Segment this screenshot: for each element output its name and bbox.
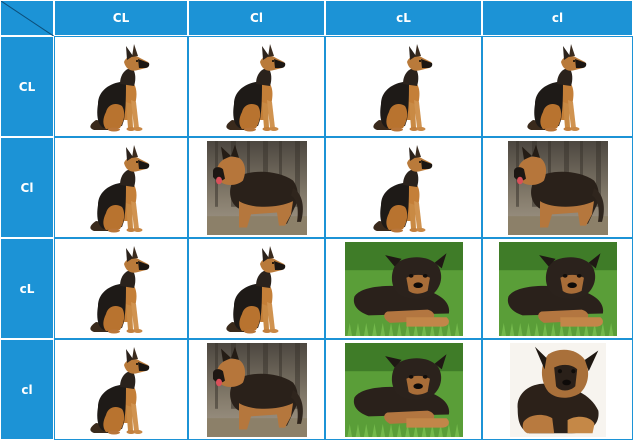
sitting-shepherd-icon [90, 144, 150, 232]
punnett-cell-r2-c3 [325, 137, 482, 238]
shepherd-puppy-on-grass-photo [344, 342, 463, 437]
column-header-3: cL [325, 0, 482, 36]
column-header-2: Cl [188, 0, 325, 36]
punnett-cell-r3-c2 [188, 238, 325, 339]
corner-cell [0, 0, 55, 37]
punnett-cell-r2-c4 [482, 137, 633, 238]
row-header-4: cl [0, 339, 54, 440]
fluffy-shepherd-puppy-photo [509, 342, 606, 437]
shepherd-puppy-on-grass-photo [498, 241, 617, 336]
punnett-cell-r3-c3 [325, 238, 482, 339]
punnett-cell-r3-c1 [54, 238, 188, 339]
row-header-2: Cl [0, 137, 54, 238]
punnett-cell-r4-c2 [188, 339, 325, 440]
sitting-shepherd-icon [372, 144, 432, 232]
punnett-cell-r2-c1 [54, 137, 188, 238]
column-header-1: CL [54, 0, 188, 36]
sitting-shepherd-icon [225, 245, 285, 333]
punnett-cell-r1-c1 [54, 36, 188, 137]
sitting-shepherd-icon [372, 43, 432, 131]
sitting-shepherd-icon [90, 245, 150, 333]
punnett-cell-r4-c3 [325, 339, 482, 440]
punnett-cell-r3-c4 [482, 238, 633, 339]
corner-diagonal-line [1, 1, 55, 37]
column-header-4: cl [482, 0, 633, 36]
sitting-shepherd-icon [90, 43, 150, 131]
sitting-shepherd-icon [526, 43, 586, 131]
row-header-3: cL [0, 238, 54, 339]
punnett-cell-r4-c4 [482, 339, 633, 440]
sitting-shepherd-icon [90, 346, 150, 434]
row-header-1: CL [0, 36, 54, 137]
longhaired-shepherd-photo [206, 140, 307, 235]
punnett-cell-r1-c4 [482, 36, 633, 137]
punnett-cell-r4-c1 [54, 339, 188, 440]
punnett-cell-r1-c2 [188, 36, 325, 137]
punnett-cell-r1-c3 [325, 36, 482, 137]
longhaired-shepherd-photo [206, 342, 307, 437]
shepherd-puppy-on-grass-photo [344, 241, 463, 336]
sitting-shepherd-icon [225, 43, 285, 131]
longhaired-shepherd-photo [507, 140, 608, 235]
punnett-cell-r2-c2 [188, 137, 325, 238]
punnett-grid: CL Cl cL cl CL Cl cL cl [0, 0, 633, 440]
